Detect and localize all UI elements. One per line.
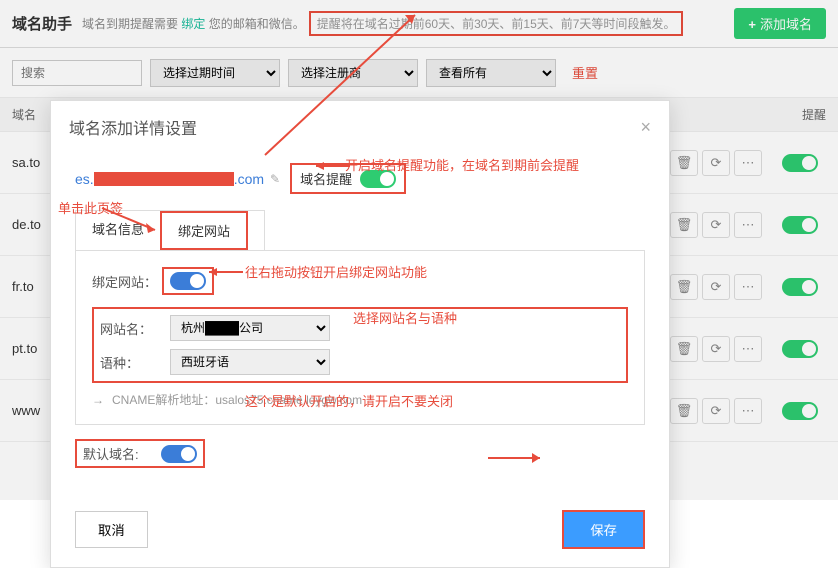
tab-bind[interactable]: 绑定网站 — [160, 211, 248, 250]
pencil-icon[interactable]: ✎ — [270, 172, 280, 186]
default-domain-toggle[interactable] — [161, 445, 197, 463]
bind-site-toggle[interactable] — [170, 272, 206, 290]
default-domain-box: 默认域名: — [75, 439, 205, 468]
modal-title: 域名添加详情设置 — [69, 115, 197, 139]
redacted-domain — [94, 172, 234, 186]
remind-label: 域名提醒 — [300, 169, 352, 188]
site-name-label: 网站名： — [100, 319, 170, 338]
tabs: 域名信息 绑定网站 — [75, 210, 265, 250]
cname-info: →CNAME解析地址：usalos75.cname.ldygw.com — [92, 391, 628, 408]
bind-site-label: 绑定网站： — [92, 272, 162, 291]
cancel-button[interactable]: 取消 — [75, 511, 148, 548]
remind-toggle-box: 域名提醒 — [290, 163, 406, 194]
domain-remind-toggle[interactable] — [360, 170, 396, 188]
tab-content: 绑定网站： 网站名： 杭州████公司 语种： 西班牙语 →CNAME解析地址：… — [75, 250, 645, 425]
lang-select[interactable]: 西班牙语 — [170, 349, 330, 375]
modal: 域名添加详情设置 × es..com✎ 域名提醒 域名信息 绑定网站 绑定网站：… — [50, 100, 670, 568]
default-domain-label: 默认域名: — [83, 444, 153, 463]
site-name-select[interactable]: 杭州████公司 — [170, 315, 330, 341]
tab-info[interactable]: 域名信息 — [76, 211, 160, 250]
arrow-right-icon: → — [92, 393, 104, 407]
save-button[interactable]: 保存 — [562, 510, 645, 549]
domain-name: es..com✎ — [75, 171, 280, 187]
site-lang-group: 网站名： 杭州████公司 语种： 西班牙语 — [92, 307, 628, 383]
close-icon[interactable]: × — [640, 117, 651, 138]
lang-label: 语种： — [100, 353, 170, 372]
